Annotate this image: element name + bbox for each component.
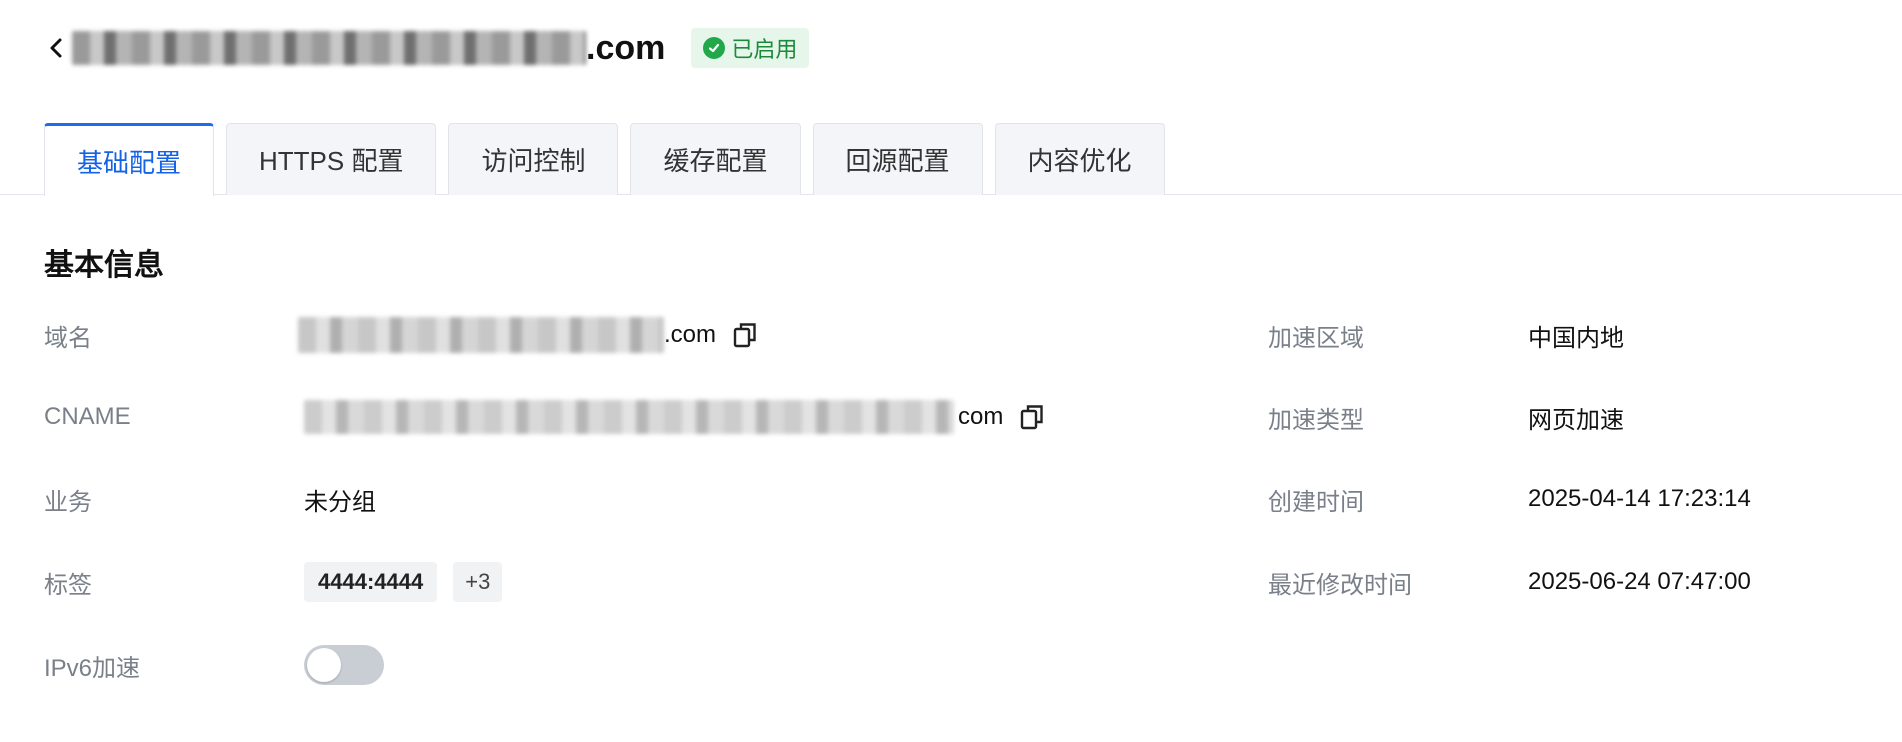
domain-value-row: .com bbox=[298, 315, 758, 355]
cname-label: CNAME bbox=[44, 403, 131, 430]
created-label: 创建时间 bbox=[1268, 488, 1364, 516]
ipv6-label: IPv6加速 bbox=[44, 654, 141, 682]
tab-content-optimization[interactable]: 内容优化 bbox=[994, 123, 1165, 195]
modified-label: 最近修改时间 bbox=[1268, 571, 1412, 599]
cname-row: CNAME bbox=[44, 397, 131, 437]
type-value-row: 网页加速 bbox=[1528, 397, 1624, 437]
business-value: 未分组 bbox=[304, 488, 376, 516]
config-tabs: 基础配置 HTTPS 配置 访问控制 缓存配置 回源配置 内容优化 bbox=[44, 123, 1165, 196]
region-value-row: 中国内地 bbox=[1528, 315, 1624, 355]
status-badge: 已启用 bbox=[691, 28, 810, 68]
domain-title: .com bbox=[72, 29, 665, 68]
back-arrow-icon[interactable] bbox=[44, 36, 68, 60]
region-value: 中国内地 bbox=[1528, 324, 1624, 352]
domain-value: .com bbox=[298, 317, 716, 353]
ipv6-toggle[interactable] bbox=[304, 645, 384, 685]
ipv6-row: IPv6加速 bbox=[44, 645, 140, 685]
business-value-row: 未分组 bbox=[304, 479, 376, 519]
tag-more-chip[interactable]: +3 bbox=[453, 562, 503, 602]
business-label: 业务 bbox=[44, 488, 92, 516]
tab-basic-config[interactable]: 基础配置 bbox=[44, 123, 215, 196]
tab-origin-config[interactable]: 回源配置 bbox=[812, 123, 983, 195]
type-row: 加速类型 bbox=[1268, 397, 1364, 437]
tab-cache-config[interactable]: 缓存配置 bbox=[630, 123, 801, 195]
domain-row: 域名 bbox=[44, 315, 92, 355]
copy-icon[interactable] bbox=[732, 322, 758, 348]
tab-access-control[interactable]: 访问控制 bbox=[448, 123, 619, 195]
created-value: 2025-04-14 17:23:14 bbox=[1528, 485, 1751, 512]
modified-row: 最近修改时间 bbox=[1268, 562, 1412, 602]
tags-row: 标签 bbox=[44, 562, 92, 602]
tag-chip[interactable]: 4444:4444 bbox=[304, 562, 438, 602]
redacted-cname-value bbox=[304, 400, 954, 434]
business-row: 业务 bbox=[44, 479, 92, 519]
ipv6-value-row bbox=[304, 645, 384, 685]
section-title: 基本信息 bbox=[44, 249, 164, 282]
modified-value-row: 2025-06-24 07:47:00 bbox=[1528, 562, 1751, 602]
created-row: 创建时间 bbox=[1268, 479, 1364, 519]
cname-value-row: com bbox=[304, 397, 1045, 437]
type-label: 加速类型 bbox=[1268, 406, 1364, 434]
redacted-domain bbox=[72, 31, 586, 65]
check-circle-icon bbox=[703, 37, 726, 59]
toggle-knob bbox=[307, 648, 341, 682]
cname-value: com bbox=[304, 400, 1003, 434]
tab-https-config[interactable]: HTTPS 配置 bbox=[226, 123, 437, 195]
type-value: 网页加速 bbox=[1528, 406, 1624, 434]
copy-icon[interactable] bbox=[1019, 404, 1045, 430]
region-label: 加速区域 bbox=[1268, 324, 1364, 352]
created-value-row: 2025-04-14 17:23:14 bbox=[1528, 479, 1751, 519]
region-row: 加速区域 bbox=[1268, 315, 1364, 355]
modified-value: 2025-06-24 07:47:00 bbox=[1528, 568, 1751, 595]
tags-value-row: 4444:4444 +3 bbox=[304, 562, 518, 602]
tags-label: 标签 bbox=[44, 571, 92, 599]
page-header: .com 已启用 bbox=[44, 24, 810, 72]
redacted-domain-value bbox=[298, 317, 664, 353]
domain-label: 域名 bbox=[44, 324, 92, 352]
